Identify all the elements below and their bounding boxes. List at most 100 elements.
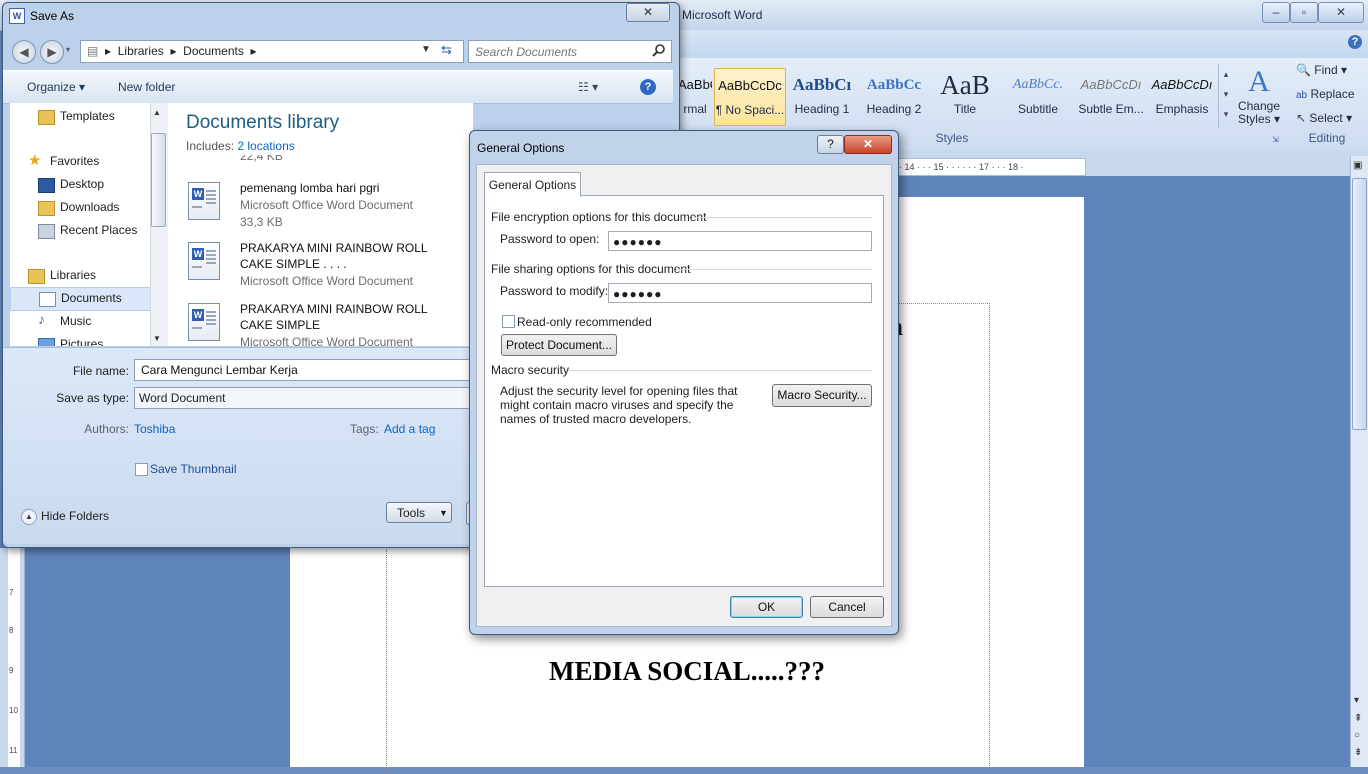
cancel-button[interactable]: Cancel xyxy=(810,596,884,618)
authors-label: Authors: xyxy=(84,422,129,436)
libraries-icon xyxy=(28,269,45,284)
restore-button[interactable]: ▫ xyxy=(1290,2,1318,23)
address-bar[interactable]: ▤ ▸ Libraries ▸ Documents ▸ ▼ ⇆ xyxy=(80,40,464,63)
next-page-icon[interactable]: ⇟ xyxy=(1354,747,1362,758)
chevron-up-icon[interactable]: ▲ xyxy=(21,509,37,525)
password-modify-field[interactable]: ●●●●●● xyxy=(608,283,872,303)
search-icon[interactable] xyxy=(652,43,666,57)
tools-button[interactable]: Tools ▼ xyxy=(386,502,452,523)
style-emphasis[interactable]: AaBbCcDı Emphasis xyxy=(1148,68,1216,124)
nav-label: Templates xyxy=(60,109,115,123)
style-sample: AaBbCc. xyxy=(1012,77,1064,92)
style-name: Subtle Em... xyxy=(1078,102,1144,116)
includes-locations-link[interactable]: 2 locations xyxy=(237,139,294,153)
style-title[interactable]: AaB Title xyxy=(932,68,998,124)
nav-documents[interactable]: Documents xyxy=(10,287,150,311)
nav-templates[interactable]: Templates xyxy=(10,106,150,128)
dialog-launcher-icon[interactable]: ⇲ xyxy=(1272,135,1279,144)
nav-music[interactable]: ♪ Music xyxy=(10,311,150,333)
horizontal-ruler[interactable]: · 14 · · · 15 · · · · · · 17 · · · 18 · xyxy=(898,158,1086,176)
style-heading-2[interactable]: AaBbCc Heading 2 xyxy=(860,68,928,124)
hide-folders-button[interactable]: Hide Folders xyxy=(41,509,109,523)
read-only-label[interactable]: Read-only recommended xyxy=(517,315,652,329)
document-heading[interactable]: MEDIA SOCIAL.....??? xyxy=(386,656,988,687)
find-button[interactable]: 🔍 Find ▾ xyxy=(1296,63,1347,77)
change-styles-button[interactable]: A Change Styles ▾ xyxy=(1236,64,1282,126)
breadcrumb: ▤ ▸ Libraries ▸ Documents ▸ xyxy=(87,44,257,58)
file-name-input[interactable] xyxy=(139,362,463,378)
macro-security-button[interactable]: Macro Security... xyxy=(772,384,872,407)
password-open-field[interactable]: ●●●●●● xyxy=(608,231,872,251)
file-name-field[interactable] xyxy=(134,359,476,381)
dialog-close-button[interactable]: ✕ xyxy=(844,135,892,154)
tags-value[interactable]: Add a tag xyxy=(384,422,435,436)
save-type-select[interactable]: Word Document xyxy=(134,387,476,409)
new-folder-button[interactable]: New folder xyxy=(118,80,175,94)
file-name-line2: CAKE SIMPLE . . . . xyxy=(240,257,347,271)
styles-scroll-icon[interactable]: ▴ ▾ ▾ xyxy=(1218,64,1233,128)
style-sample: AaBbCcDı xyxy=(1080,77,1142,92)
save-thumbnail-label[interactable]: Save Thumbnail xyxy=(150,462,237,476)
back-icon[interactable]: ◀ xyxy=(12,40,36,64)
search-input[interactable] xyxy=(473,43,649,61)
nav-scrollbar-thumb[interactable] xyxy=(151,133,166,227)
style-name: rmal xyxy=(683,102,707,116)
file-item[interactable]: PRAKARYA MINI RAINBOW ROLL CAKE SIMPLE .… xyxy=(186,240,476,300)
scroll-down-icon[interactable]: ▾ xyxy=(1354,695,1359,706)
scrollbar-thumb[interactable] xyxy=(1352,178,1367,430)
style-subtitle[interactable]: AaBbCc. Subtitle xyxy=(1004,68,1072,124)
nav-favorites[interactable]: ★ Favorites xyxy=(10,151,150,173)
change-view-icon[interactable]: ☷ ▾ xyxy=(578,80,598,94)
refresh-icon[interactable]: ⇆ xyxy=(441,42,452,58)
read-only-checkbox[interactable] xyxy=(502,315,515,328)
word-document-icon xyxy=(188,242,220,280)
style-heading-1[interactable]: AaBbCı Heading 1 xyxy=(788,68,856,124)
help-icon[interactable]: ? xyxy=(640,79,656,95)
replace-button[interactable]: ab Replace xyxy=(1296,87,1355,101)
breadcrumb-libraries[interactable]: Libraries xyxy=(118,44,164,58)
browse-object-icon[interactable]: ○ xyxy=(1354,730,1360,741)
minimize-button[interactable]: – xyxy=(1262,2,1290,23)
close-word-button[interactable]: ✕ xyxy=(1318,2,1364,23)
address-dropdown-icon[interactable]: ▼ xyxy=(421,44,431,55)
protect-document-button[interactable]: Protect Document... xyxy=(501,334,617,356)
save-thumbnail-checkbox[interactable] xyxy=(135,463,148,476)
scroll-down-icon[interactable]: ▼ xyxy=(153,334,161,343)
style-subtle-emphasis[interactable]: AaBbCcDı Subtle Em... xyxy=(1076,68,1146,124)
divider xyxy=(692,217,872,218)
style-name: ¶ No Spaci... xyxy=(715,103,785,117)
ruler-tick-label: 11 xyxy=(9,746,18,755)
save-as-close-button[interactable]: ✕ xyxy=(626,3,670,22)
style-sample: AaBbCcDc xyxy=(718,78,782,93)
change-styles-icon: A xyxy=(1248,65,1270,98)
style-sample: AaBbCı xyxy=(792,75,852,94)
forward-icon[interactable]: ▶ xyxy=(40,40,64,64)
nav-desktop[interactable]: Desktop xyxy=(10,174,150,196)
vertical-ruler-scale: 7 8 9 10 11 xyxy=(8,548,20,767)
previous-page-icon[interactable]: ⇞ xyxy=(1354,713,1362,724)
nav-libraries[interactable]: Libraries xyxy=(10,265,150,287)
search-box[interactable] xyxy=(468,40,672,63)
ok-button[interactable]: OK xyxy=(730,596,803,618)
password-modify-label: Password to modify: xyxy=(500,284,609,298)
organize-button[interactable]: Organize ▾ xyxy=(27,80,85,94)
file-item[interactable]: pemenang lomba hari pgri Microsoft Offic… xyxy=(186,180,476,240)
tab-general-options[interactable]: General Options xyxy=(484,172,581,197)
style-normal[interactable]: AaBbCcDc rmal xyxy=(678,68,712,124)
style-no-spacing[interactable]: AaBbCcDc ¶ No Spaci... xyxy=(714,68,786,126)
dialog-help-button[interactable]: ? xyxy=(817,135,844,154)
recent-pages-icon[interactable]: ▾ xyxy=(66,45,70,54)
nav-label: Pictures xyxy=(60,337,104,346)
scroll-up-icon[interactable]: ▲ xyxy=(153,108,161,117)
nav-recent-places[interactable]: Recent Places xyxy=(10,220,150,242)
folder-icon xyxy=(38,110,55,125)
ruler-tick-label: 9 xyxy=(9,666,14,675)
word-help-icon[interactable]: ? xyxy=(1348,35,1362,49)
nav-pictures[interactable]: Pictures xyxy=(10,334,150,346)
select-button[interactable]: ↖ Select ▾ xyxy=(1296,111,1352,125)
nav-downloads[interactable]: Downloads xyxy=(10,197,150,219)
breadcrumb-documents[interactable]: Documents xyxy=(183,44,244,58)
authors-value[interactable]: Toshiba xyxy=(134,422,175,436)
ruler-toggle-icon[interactable]: ▣ xyxy=(1353,160,1362,171)
chevron-right-icon: ▸ xyxy=(101,44,115,58)
